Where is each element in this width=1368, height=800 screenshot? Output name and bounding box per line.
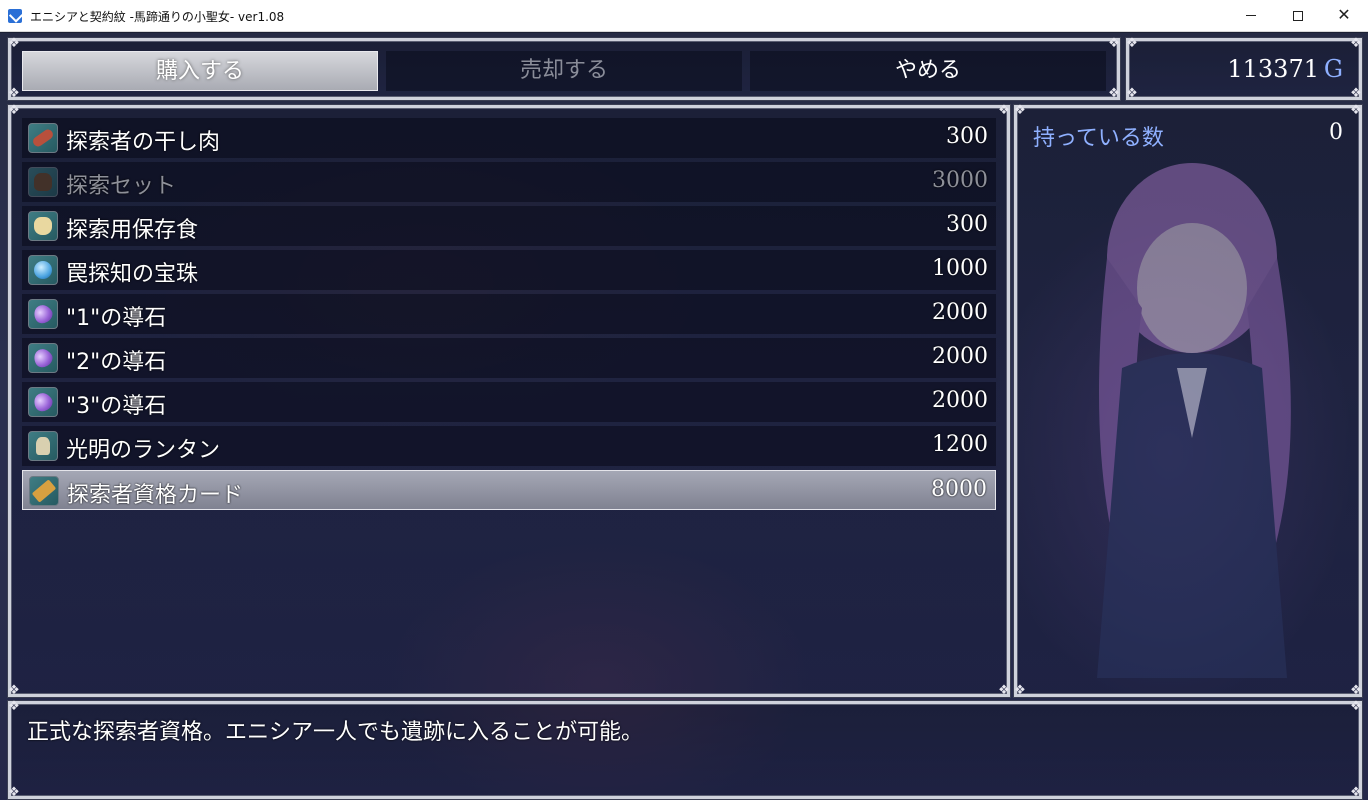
purple-stone-icon xyxy=(28,343,58,373)
item-name: "3"の導石 xyxy=(66,394,167,419)
gold-unit: G xyxy=(1323,55,1343,83)
shop-item-explorer-set[interactable]: 探索セット 3000 xyxy=(22,162,996,202)
ornament-corner-icon: ❖ xyxy=(8,86,20,101)
ornament-corner-icon: ❖ xyxy=(1350,86,1362,101)
character-portrait xyxy=(1097,163,1291,678)
item-price: 8000 xyxy=(931,477,987,502)
shop-item-ration[interactable]: 探索用保存食 300 xyxy=(22,206,996,246)
ornament-corner-icon: ❖ xyxy=(8,699,20,714)
dried-meat-icon xyxy=(28,123,58,153)
item-price: 300 xyxy=(946,124,988,149)
ornament-corner-icon: ❖ xyxy=(8,785,20,800)
item-price: 2000 xyxy=(932,388,988,413)
ornament-corner-icon: ❖ xyxy=(1350,785,1362,800)
maximize-icon xyxy=(1293,10,1303,21)
window-titlebar: エニシアと契約紋 -馬蹄通りの小聖女- ver1.08 ✕ xyxy=(0,0,1368,32)
item-price: 2000 xyxy=(932,344,988,369)
gold-amount: 113371 xyxy=(1227,55,1319,83)
shop-command-window: ❖ ❖ ❖ ❖ 購入する 売却する やめる xyxy=(8,36,1120,101)
item-price: 1000 xyxy=(932,256,988,281)
shop-item-guide-stone-2[interactable]: "2"の導石 2000 xyxy=(22,338,996,378)
app-icon xyxy=(8,9,22,23)
purple-stone-icon xyxy=(28,299,58,329)
item-name: 探索者の干し肉 xyxy=(66,130,221,155)
ornament-corner-icon: ❖ xyxy=(8,36,20,51)
cancel-command[interactable]: やめる xyxy=(750,51,1106,91)
possession-label: 持っている数 xyxy=(1033,126,1164,151)
item-name: "2"の導石 xyxy=(66,350,167,375)
shop-item-guide-stone-1[interactable]: "1"の導石 2000 xyxy=(22,294,996,334)
item-price: 1200 xyxy=(932,432,988,457)
shop-item-license-card[interactable]: 探索者資格カード 8000 xyxy=(22,470,996,510)
sell-command[interactable]: 売却する xyxy=(386,51,742,91)
close-button[interactable]: ✕ xyxy=(1321,0,1367,32)
ornament-corner-icon: ❖ xyxy=(1126,36,1138,51)
item-name: 罠探知の宝珠 xyxy=(66,262,199,287)
gold-window: ❖ ❖ ❖ ❖ 113371 G xyxy=(1126,36,1362,101)
maximize-button[interactable] xyxy=(1275,0,1321,32)
window-title: エニシアと契約紋 -馬蹄通りの小聖女- ver1.08 xyxy=(30,10,285,24)
item-name: 探索セット xyxy=(66,174,177,199)
buy-command[interactable]: 購入する xyxy=(22,51,378,91)
ration-bag-icon xyxy=(28,211,58,241)
item-price: 300 xyxy=(946,212,988,237)
game-screen: ❖ ❖ ❖ ❖ 購入する 売却する やめる ❖ ❖ ❖ ❖ 113371 G ❖… xyxy=(0,33,1368,800)
shop-item-guide-stone-3[interactable]: "3"の導石 2000 xyxy=(22,382,996,422)
shop-item-list: ❖ ❖ ❖ ❖ 探索者の干し肉 300 探索セット 3000 探索用保存食 30… xyxy=(8,103,1010,698)
shop-status-window: ❖ ❖ ❖ ❖ 持っている数 0 xyxy=(1014,103,1362,698)
item-name: "1"の導石 xyxy=(66,306,167,331)
shop-item-trap-orb[interactable]: 罠探知の宝珠 1000 xyxy=(22,250,996,290)
item-description: 正式な探索者資格。エニシア一人でも遺跡に入ることが可能。 xyxy=(27,720,644,745)
item-price: 3000 xyxy=(932,168,988,193)
ornament-corner-icon: ❖ xyxy=(998,103,1010,118)
ornament-corner-icon: ❖ xyxy=(1350,683,1362,698)
minimize-icon xyxy=(1246,15,1256,16)
shop-item-lantern[interactable]: 光明のランタン 1200 xyxy=(22,426,996,466)
ornament-corner-icon: ❖ xyxy=(1350,699,1362,714)
license-card-icon xyxy=(29,476,59,506)
ornament-corner-icon: ❖ xyxy=(1014,683,1026,698)
ornament-corner-icon: ❖ xyxy=(1014,103,1026,118)
ornament-corner-icon: ❖ xyxy=(998,683,1010,698)
minimize-button[interactable] xyxy=(1228,0,1274,32)
shop-item-dried-meat[interactable]: 探索者の干し肉 300 xyxy=(22,118,996,158)
ornament-corner-icon: ❖ xyxy=(1126,86,1138,101)
ornament-corner-icon: ❖ xyxy=(1108,86,1120,101)
crystal-orb-icon xyxy=(28,255,58,285)
help-window: ❖ ❖ ❖ ❖ 正式な探索者資格。エニシア一人でも遺跡に入ることが可能。 xyxy=(8,699,1362,800)
ornament-corner-icon: ❖ xyxy=(1350,36,1362,51)
ornament-corner-icon: ❖ xyxy=(1108,36,1120,51)
item-name: 探索者資格カード xyxy=(67,483,244,508)
purple-stone-icon xyxy=(28,387,58,417)
lantern-icon xyxy=(28,431,58,461)
possession-count: 0 xyxy=(1329,120,1343,145)
ornament-corner-icon: ❖ xyxy=(1350,103,1362,118)
item-name: 光明のランタン xyxy=(66,438,221,463)
ornament-corner-icon: ❖ xyxy=(8,683,20,698)
close-icon: ✕ xyxy=(1337,5,1351,24)
ornament-corner-icon: ❖ xyxy=(8,103,20,118)
item-name: 探索用保存食 xyxy=(66,218,199,243)
explorer-set-icon xyxy=(28,167,58,197)
item-price: 2000 xyxy=(932,300,988,325)
